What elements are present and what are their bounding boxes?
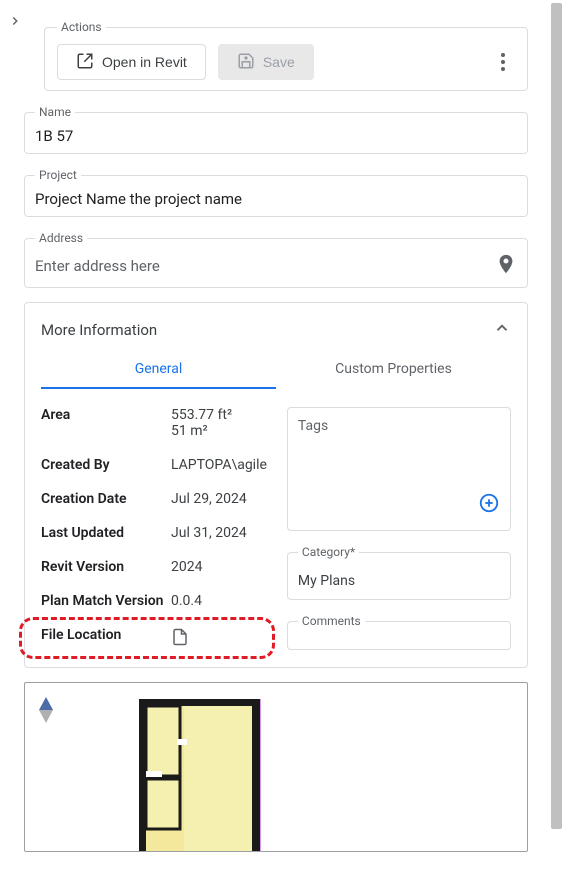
address-legend: Address: [35, 231, 87, 245]
floorplan-svg: [139, 699, 269, 852]
collapse-more-info-button[interactable]: [493, 319, 511, 341]
open-external-icon: [76, 52, 94, 73]
actions-legend: Actions: [57, 20, 106, 34]
address-field[interactable]: Address Enter address here: [24, 231, 528, 288]
north-arrow-icon: [37, 697, 55, 727]
last-updated-label: Last Updated: [41, 525, 171, 541]
actions-group: Actions Open in Revit Save: [44, 20, 528, 91]
copy-path-icon[interactable]: [171, 635, 189, 651]
floorplan-preview[interactable]: [24, 682, 528, 852]
kebab-menu-icon[interactable]: [495, 47, 511, 77]
project-value: Project Name the project name: [35, 190, 517, 208]
save-label: Save: [263, 54, 295, 70]
file-location-label: File Location: [41, 627, 171, 643]
category-field[interactable]: Category* My Plans: [287, 545, 511, 600]
name-field[interactable]: Name 1B 57: [24, 105, 528, 154]
tab-custom-properties[interactable]: Custom Properties: [276, 361, 511, 389]
revit-version-label: Revit Version: [41, 559, 171, 575]
tags-box[interactable]: Tags: [287, 407, 511, 531]
tabs: General Custom Properties: [41, 361, 511, 389]
created-by-label: Created By: [41, 457, 171, 473]
project-legend: Project: [35, 168, 81, 182]
area-label: Area: [41, 407, 171, 423]
save-button: Save: [218, 44, 314, 80]
open-in-revit-label: Open in Revit: [102, 54, 187, 70]
name-legend: Name: [35, 105, 75, 119]
more-information-title: More Information: [41, 321, 157, 339]
add-tag-button[interactable]: [478, 492, 500, 520]
area-value: 553.77 ft² 51 m²: [171, 407, 267, 439]
category-legend: Category*: [298, 545, 359, 559]
more-information-panel: More Information General Custom Properti…: [24, 302, 528, 668]
info-properties-list: Area 553.77 ft² 51 m² Created By LAPTOPA…: [41, 407, 267, 651]
vertical-scrollbar[interactable]: [551, 3, 562, 829]
save-icon: [237, 52, 255, 73]
last-updated-value: Jul 31, 2024: [171, 525, 267, 541]
created-by-value: LAPTOPA\agile: [171, 457, 267, 473]
open-in-revit-button[interactable]: Open in Revit: [57, 44, 206, 80]
creation-date-value: Jul 29, 2024: [171, 491, 267, 507]
revit-version-value: 2024: [171, 559, 267, 575]
collapse-panel-chevron[interactable]: [8, 14, 22, 32]
category-value: My Plans: [298, 569, 500, 593]
comments-field[interactable]: Comments: [287, 614, 511, 650]
plan-match-version-label: Plan Match Version: [41, 593, 171, 609]
tab-general[interactable]: General: [41, 361, 276, 389]
address-placeholder: Enter address here: [35, 257, 160, 275]
comments-legend: Comments: [298, 614, 365, 628]
tags-label: Tags: [298, 418, 500, 434]
plan-match-version-value: 0.0.4: [171, 593, 267, 609]
file-location-value: [171, 627, 267, 651]
map-pin-icon[interactable]: [495, 253, 517, 279]
name-value: 1B 57: [35, 127, 517, 145]
creation-date-label: Creation Date: [41, 491, 171, 507]
project-field[interactable]: Project Project Name the project name: [24, 168, 528, 217]
